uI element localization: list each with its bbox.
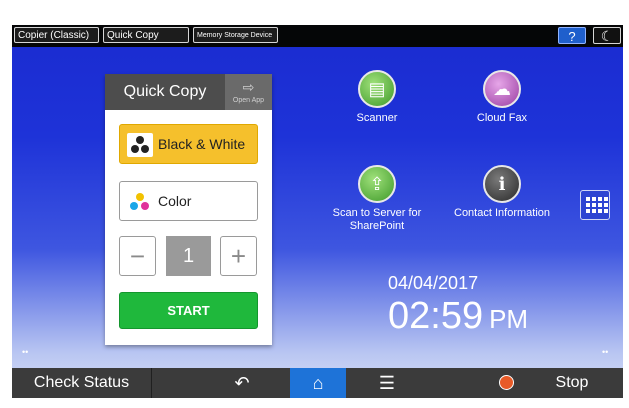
color-button[interactable]: Color — [119, 181, 258, 221]
black-white-label: Black & White — [158, 136, 246, 152]
help-button[interactable]: ? — [558, 27, 586, 44]
device-frame: Copier (Classic) Quick Copy Memory Stora… — [0, 0, 629, 408]
time-value: 02:59 — [388, 295, 484, 337]
black-white-icon — [127, 133, 153, 157]
bottom-bar: Check Status ↶ ⌂ ☰ Stop — [12, 368, 623, 398]
open-app-icon: ⇨ — [242, 79, 255, 95]
app-scan-to-server-label: Scan to Server for SharePoint — [332, 207, 422, 232]
tab-quick-copy[interactable]: Quick Copy — [103, 27, 189, 43]
app-grid-button[interactable] — [580, 190, 610, 220]
black-white-button[interactable]: Black & White — [119, 124, 258, 164]
decrease-quantity-button[interactable]: − — [119, 236, 156, 276]
quantity-value: 1 — [166, 236, 211, 276]
time-display: 02:59 PM — [388, 295, 528, 338]
open-app-button[interactable]: ⇨ Open App — [225, 74, 272, 110]
menu-button[interactable]: ☰ — [357, 368, 417, 398]
check-status-button[interactable]: Check Status — [12, 368, 152, 398]
home-icon: ⌂ — [312, 373, 324, 393]
color-label: Color — [158, 193, 192, 209]
menu-icon: ☰ — [378, 373, 396, 393]
app-cloud-fax[interactable]: ☁ Cloud Fax — [442, 70, 562, 125]
app-scan-to-server-sharepoint[interactable]: ⇪ Scan to Server for SharePoint — [317, 165, 437, 233]
app-contact-information[interactable]: ℹ Contact Information — [442, 165, 562, 220]
quick-copy-widget: Quick Copy ⇨ Open App Black & White Colo… — [105, 74, 272, 345]
tab-memory-storage-device[interactable]: Memory Storage Device — [193, 27, 278, 43]
tab-copier-classic[interactable]: Copier (Classic) — [14, 27, 99, 43]
scanner-icon: ▤ — [358, 70, 396, 108]
quick-copy-title: Quick Copy — [123, 83, 207, 100]
night-mode-button[interactable]: ☾ — [593, 27, 621, 44]
stop-button[interactable]: Stop — [542, 368, 602, 398]
contact-icon: ℹ — [483, 165, 521, 203]
home-button[interactable]: ⌂ — [290, 368, 346, 398]
cloud-fax-icon: ☁ — [483, 70, 521, 108]
increase-quantity-button[interactable]: + — [220, 236, 257, 276]
date-display: 04/04/2017 — [388, 273, 479, 293]
top-bar: Copier (Classic) Quick Copy Memory Stora… — [12, 25, 623, 47]
quick-copy-header: Quick Copy ⇨ Open App — [105, 74, 272, 110]
start-button[interactable]: START — [119, 292, 258, 329]
back-icon: ↶ — [234, 373, 250, 393]
stop-icon[interactable] — [497, 368, 517, 398]
app-contact-information-label: Contact Information — [454, 207, 550, 219]
open-app-label: Open App — [232, 97, 265, 104]
page-indicator-left[interactable]: •• — [22, 347, 28, 357]
back-button[interactable]: ↶ — [202, 368, 282, 398]
home-screen: Copier (Classic) Quick Copy Memory Stora… — [12, 25, 623, 398]
app-cloud-fax-label: Cloud Fax — [476, 112, 528, 124]
page-indicator-right[interactable]: •• — [602, 347, 608, 357]
time-ampm: PM — [489, 304, 529, 334]
color-icon — [129, 192, 151, 212]
app-scanner-label: Scanner — [356, 112, 398, 124]
sharepoint-icon: ⇪ — [358, 165, 396, 203]
app-scanner[interactable]: ▤ Scanner — [317, 70, 437, 125]
